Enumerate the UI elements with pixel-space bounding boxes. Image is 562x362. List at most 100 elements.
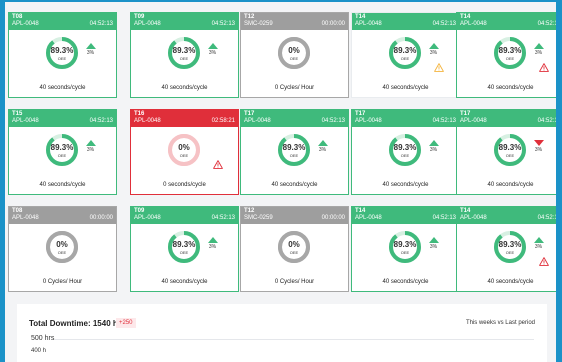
trend-indicator: 3% — [83, 140, 98, 153]
oee-label: OEE — [505, 250, 515, 255]
card-header: T14APL-004804:52:13 — [352, 13, 459, 30]
machine-card[interactable]: T09 APL-0048 04:52:13 89.3% OEE 3% 40 seconds/… — [130, 206, 239, 292]
trend-up-icon — [85, 43, 96, 49]
oee-label: OEE — [400, 250, 410, 255]
machine-id: T14 — [460, 14, 471, 20]
trend-percent: 3% — [318, 147, 327, 153]
runtime-clock: 04:52:13 — [432, 118, 456, 124]
trend-indicator: 3% — [83, 43, 98, 56]
machine-card[interactable]: T08 APL-0048 04:52:13 89.3% OEE 3% 40 seconds/… — [8, 12, 117, 98]
machine-card[interactable]: T14APL-004804:52:13 89.3%OEE 3% 40 seconds/… — [456, 12, 556, 98]
oee-label: OEE — [505, 153, 515, 158]
machine-card[interactable]: T15 APL-0048 04:52:13 89.3% OEE 3% 40 seconds/… — [8, 109, 117, 195]
oee-value: 89.3% — [50, 143, 74, 152]
machine-id: T12 — [244, 14, 255, 20]
runtime-clock: 04:52:13 — [537, 118, 556, 124]
runtime-clock: 04:52:13 — [89, 118, 113, 124]
trend-indicator: 3% — [531, 43, 546, 56]
trend-indicator: 3% — [426, 237, 441, 250]
machine-card[interactable]: T17APL-004804:52:13 89.3%OEE 3% 40 seconds/… — [351, 109, 460, 195]
machine-id: T14 — [460, 208, 471, 214]
machine-card[interactable]: T14APL-004804:52:13 89.3%OEE 3% 40 seconds/… — [456, 206, 556, 292]
runtime-clock: 04:52:13 — [432, 215, 456, 221]
oee-label: OEE — [57, 56, 67, 61]
trend-indicator: 3% — [315, 140, 330, 153]
oee-value: 0% — [178, 143, 190, 152]
cycle-rate: 40 seconds/cycle — [271, 182, 318, 188]
machine-id: T09 — [134, 14, 145, 20]
cycle-rate: 40 seconds/cycle — [382, 85, 429, 91]
trend-up-icon — [85, 140, 96, 146]
machine-id: T15 — [12, 111, 23, 117]
oee-value: 89.3% — [393, 46, 417, 55]
machine-card[interactable]: T12 SMC-0259 00:00:00 0% OEE 0 Cycles/ Hour — [240, 206, 349, 292]
trend-indicator: 3% — [426, 140, 441, 153]
card-header: T14APL-004804:52:13 — [457, 207, 556, 224]
oee-gauge: 89.3% OEE — [45, 133, 79, 167]
machine-id: T08 — [12, 14, 23, 20]
trend-up-icon — [207, 43, 218, 49]
runtime-clock: 04:52:13 — [321, 118, 345, 124]
oee-label: OEE — [179, 56, 189, 61]
machine-card[interactable]: T14APL-004804:52:13 89.3%OEE 3% 40 seconds/… — [351, 206, 460, 292]
oee-value: 89.3% — [498, 240, 522, 249]
cycle-rate: 40 seconds/cycle — [39, 85, 86, 91]
oee-gauge: 89.3% OEE — [167, 36, 201, 70]
runtime-clock: 04:52:13 — [211, 21, 235, 27]
machine-card[interactable]: T08 APL-0048 00:00:00 0% OEE 0 Cycles/ Hour — [8, 206, 117, 292]
oee-gauge: 0% OEE — [277, 36, 311, 70]
runtime-clock: 00:00:00 — [321, 215, 345, 221]
card-header: T08 APL-0048 00:00:00 — [9, 207, 116, 224]
machine-card[interactable]: T12 SMC-0259 00:00:00 0% OEE 0 Cycles/ Hour — [240, 12, 349, 98]
trend-percent: 3% — [534, 244, 543, 250]
runtime-clock: 00:00:00 — [89, 215, 113, 221]
cycle-rate: 40 seconds/cycle — [487, 182, 534, 188]
trend-indicator: 3% — [205, 237, 220, 250]
trend-indicator: 3% — [531, 237, 546, 250]
oee-gauge: 89.3% OEE — [388, 36, 422, 70]
machine-card[interactable]: T17APL-004804:52:13 89.3%OEE 3% 40 seconds/… — [456, 109, 556, 195]
trend-percent: 3% — [86, 50, 95, 56]
machine-card[interactable]: T16 APL-0048 02:58:21 0% OEE 0 seconds/cycle — [130, 109, 239, 195]
oee-value: 89.3% — [498, 46, 522, 55]
oee-gauge: 89.3% OEE — [493, 36, 527, 70]
cycle-rate: 0 seconds/cycle — [163, 182, 206, 188]
trend-up-icon — [207, 237, 218, 243]
cycle-rate: 0 Cycles/ Hour — [274, 279, 315, 285]
cycle-rate: 40 seconds/cycle — [487, 279, 534, 285]
cycle-rate: 40 seconds/cycle — [487, 85, 534, 91]
runtime-clock: 02:58:21 — [211, 118, 235, 124]
oee-value: 0% — [288, 46, 300, 55]
card-header: T17APL-004804:52:13 — [241, 110, 348, 127]
period-label: This weeks vs Last period — [465, 320, 535, 326]
runtime-clock: 00:00:00 — [321, 21, 345, 27]
trend-indicator: 3% — [426, 43, 441, 56]
machine-id: T14 — [355, 208, 366, 214]
trend-percent: 3% — [534, 50, 543, 56]
trend-percent: 3% — [429, 50, 438, 56]
trend-percent: 3% — [534, 147, 543, 153]
card-header: T12 SMC-0259 00:00:00 — [241, 207, 348, 224]
machine-id: T09 — [134, 208, 145, 214]
oee-label: OEE — [289, 153, 299, 158]
card-header: T15 APL-0048 04:52:13 — [9, 110, 116, 127]
cycle-rate: 0 Cycles/ Hour — [274, 85, 315, 91]
trend-percent: 3% — [429, 147, 438, 153]
oee-gauge: 0% OEE — [167, 133, 201, 167]
y-axis-label-400: 400 h — [31, 348, 47, 354]
oee-gauge: 89.3% OEE — [45, 36, 79, 70]
machine-card[interactable]: T09 APL-0048 04:52:13 89.3% OEE 3% 40 seconds/… — [130, 12, 239, 98]
machine-card[interactable]: T14APL-004804:52:13 89.3%OEE 3% 40 seconds/… — [351, 12, 460, 98]
machine-id: T17 — [460, 111, 471, 117]
runtime-clock: 04:52:13 — [89, 21, 113, 27]
oee-label: OEE — [179, 250, 189, 255]
cycle-rate: 40 seconds/cycle — [382, 279, 429, 285]
cycle-rate: 40 seconds/cycle — [382, 182, 429, 188]
machine-card[interactable]: T17APL-004804:52:13 89.3%OEE 3% 40 seconds/… — [240, 109, 349, 195]
machine-id: T16 — [134, 111, 145, 117]
card-header: T17APL-004804:52:13 — [352, 110, 459, 127]
trend-percent: 3% — [86, 147, 95, 153]
oee-gauge: 89.3% OEE — [388, 133, 422, 167]
oee-label: OEE — [400, 153, 410, 158]
card-header: T09 APL-0048 04:52:13 — [131, 207, 238, 224]
